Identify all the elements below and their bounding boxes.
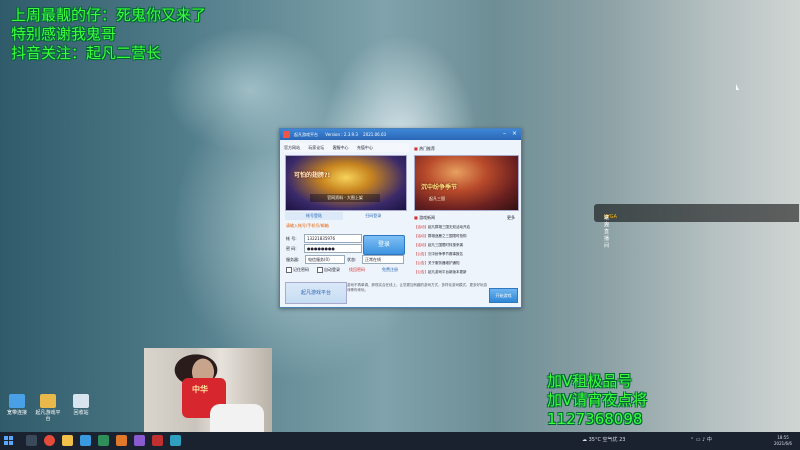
menu-forum[interactable]: 玩家论坛 bbox=[308, 143, 324, 152]
desktop-icon-label: 起凡游戏平台 bbox=[35, 410, 61, 422]
overlay-right-2: 加V请宵夜点将 bbox=[547, 391, 648, 409]
clock-date: 2021/6/6 bbox=[774, 441, 792, 446]
auto-login-option[interactable]: 自动登录 bbox=[317, 267, 340, 273]
forgot-password-link[interactable]: 找回密码 bbox=[349, 267, 365, 273]
webcam-feed: 中华 bbox=[144, 348, 272, 432]
register-link[interactable]: 免费注册 bbox=[382, 267, 398, 273]
status-select[interactable]: 正常在线 bbox=[362, 255, 404, 264]
start-game-button[interactable]: 开始游戏 bbox=[489, 288, 518, 303]
banner-left[interactable]: 可怕的翅膀?! 官网资料 · 大图上架 bbox=[285, 155, 407, 211]
login-button[interactable]: 登录 bbox=[363, 235, 405, 255]
server-select[interactable]: 电信服务(0) bbox=[305, 255, 345, 264]
white-shirt bbox=[210, 404, 264, 432]
platform-description: 游戏不再单调，即现实合在线上，让您更加有趣的游戏方式，多样化游戏模式，更多好玩游… bbox=[347, 283, 487, 292]
news-header: ■ 游戏新闻 更多 bbox=[414, 214, 515, 222]
auto-login-checkbox[interactable] bbox=[317, 267, 323, 273]
window-titlebar[interactable]: 起凡游戏平台 Version : 2.3.9.3 2021.06.03 – × bbox=[280, 129, 521, 140]
taskbar-clock[interactable]: 18:55 2021/6/6 bbox=[768, 435, 798, 447]
login-tabs: 帐号登陆 扫码登录 bbox=[285, 212, 405, 220]
banner-right[interactable]: 沉中纷争季节 起凡三国 bbox=[414, 155, 519, 211]
overlay-line-3: 抖音关注：起凡二营长 bbox=[11, 44, 162, 62]
close-button[interactable]: × bbox=[510, 130, 519, 138]
menu-official-site[interactable]: 官方网站 bbox=[284, 143, 300, 152]
mouse-cursor-icon bbox=[736, 84, 739, 90]
app-icon[interactable] bbox=[80, 435, 91, 446]
volume-icon: ♪ bbox=[702, 437, 706, 443]
status-label: 状态: bbox=[347, 257, 357, 262]
server-label: 服务器: bbox=[286, 257, 300, 262]
news-more-link[interactable]: 更多 bbox=[507, 214, 515, 222]
list-item[interactable]: 【活动】群雄逐鹿之三国限时抢购 bbox=[414, 232, 517, 241]
overlay-line-2: 特别感谢我鬼哥 bbox=[11, 25, 117, 43]
search-icon[interactable] bbox=[26, 435, 37, 446]
list-item[interactable]: 【活动】起凡群雄三国无双活动开启 bbox=[414, 223, 517, 232]
pillow-text: 中华 bbox=[192, 385, 208, 394]
tab-qr-login[interactable]: 扫码登录 bbox=[344, 212, 402, 220]
app-logo-icon bbox=[283, 131, 290, 138]
launcher-menu: 官方网站 玩家论坛 客服中心 充值中心 bbox=[284, 143, 409, 152]
account-label: 帐 号: bbox=[286, 236, 297, 241]
desktop-icon-label: 回收站 bbox=[73, 410, 89, 416]
app-icon[interactable] bbox=[134, 435, 145, 446]
desktop-icon-label: 宽带连接 bbox=[6, 410, 27, 416]
app-date: 2021.06.03 bbox=[363, 132, 387, 137]
weather-widget[interactable]: ☁ 35°C 空气优 23 bbox=[582, 436, 626, 443]
overlay-line-1: 上周最靓的仔：死鬼你又来了 bbox=[11, 6, 207, 24]
chrome-icon[interactable] bbox=[44, 435, 55, 446]
platform-logo: 起凡游戏平台 bbox=[285, 282, 347, 304]
overlay-right-3: 1127368098 bbox=[547, 410, 643, 428]
taskbar: ☁ 35°C 空气优 23 ⌃ ▭ ♪ 中 18:55 2021/6/6 bbox=[0, 432, 800, 450]
banner-left-subtitle: 官网资料 · 大图上架 bbox=[310, 194, 380, 202]
chevron-up-icon: ⌃ bbox=[690, 437, 695, 443]
list-item[interactable]: 【公告】关于服务器维护通知 bbox=[414, 259, 517, 268]
app-icon[interactable] bbox=[98, 435, 109, 446]
list-item[interactable]: 【活动】起凡三国限时特惠来袭 bbox=[414, 241, 517, 250]
recycle-bin-icon bbox=[73, 394, 89, 408]
hot-recommend-header: ■ 热门推荐 bbox=[414, 146, 436, 151]
input-method-icon: 中 bbox=[706, 437, 712, 443]
app-icon[interactable] bbox=[170, 435, 181, 446]
minimize-button[interactable]: – bbox=[500, 130, 509, 138]
password-label: 密 码: bbox=[286, 246, 297, 251]
cloud-icon: ☁ bbox=[582, 437, 587, 443]
app-icon[interactable] bbox=[116, 435, 127, 446]
account-input[interactable]: 13221835976 bbox=[304, 234, 362, 243]
tab-account-login[interactable]: 帐号登陆 bbox=[285, 212, 343, 220]
menu-recharge[interactable]: 充值中心 bbox=[357, 143, 373, 152]
banner-left-title: 可怕的翅膀?! bbox=[294, 172, 331, 179]
news-list: 【活动】起凡群雄三国无双活动开启 【活动】群雄逐鹿之三国限时抢购 【活动】起凡三… bbox=[414, 223, 517, 277]
network-icon: ▭ bbox=[695, 437, 701, 443]
desktop-icon-recycle-bin[interactable]: 回收站 bbox=[68, 394, 94, 416]
desktop-wallpaper: 上周最靓的仔：死鬼你又来了 特别感谢我鬼哥 抖音关注：起凡二营长 加V租极品号 … bbox=[0, 0, 800, 432]
game-launcher-window: 起凡游戏平台 Version : 2.3.9.3 2021.06.03 – × … bbox=[279, 128, 522, 308]
password-input[interactable]: ●●●●●●●● bbox=[304, 244, 362, 253]
window-title: 起凡游戏平台 bbox=[294, 132, 318, 137]
app-icon[interactable] bbox=[152, 435, 163, 446]
remember-password-checkbox[interactable] bbox=[286, 267, 292, 273]
menu-support[interactable]: 客服中心 bbox=[333, 143, 349, 152]
folder-icon bbox=[40, 394, 56, 408]
folder-icon[interactable] bbox=[62, 435, 73, 446]
list-item[interactable]: 【公告】起凡游戏平台新版本更新 bbox=[414, 268, 517, 277]
banner-right-subtitle: 起凡三国 bbox=[429, 196, 445, 201]
start-button[interactable] bbox=[4, 436, 14, 446]
desktop-icon-network[interactable]: 宽带连接 bbox=[4, 394, 30, 416]
network-icon bbox=[9, 394, 25, 408]
app-version: Version : 2.3.9.3 bbox=[325, 132, 358, 137]
tray-icons[interactable]: ⌃ ▭ ♪ 中 bbox=[690, 436, 712, 443]
desktop-icon-game-platform[interactable]: 起凡游戏平台 bbox=[35, 394, 61, 422]
login-hint: 请输入帐号/手机号/邮箱 bbox=[286, 223, 329, 228]
overlay-right-1: 加V租极品号 bbox=[547, 372, 633, 390]
list-item[interactable]: 【公告】沉中纷争季节赛事报名 bbox=[414, 250, 517, 259]
remember-password-option[interactable]: 记住密码 bbox=[286, 267, 309, 273]
live-welcome-bar: 欢迎 LVGA 进入直播间 bbox=[594, 204, 799, 249]
banner-right-title: 沉中纷争季节 bbox=[421, 184, 458, 191]
